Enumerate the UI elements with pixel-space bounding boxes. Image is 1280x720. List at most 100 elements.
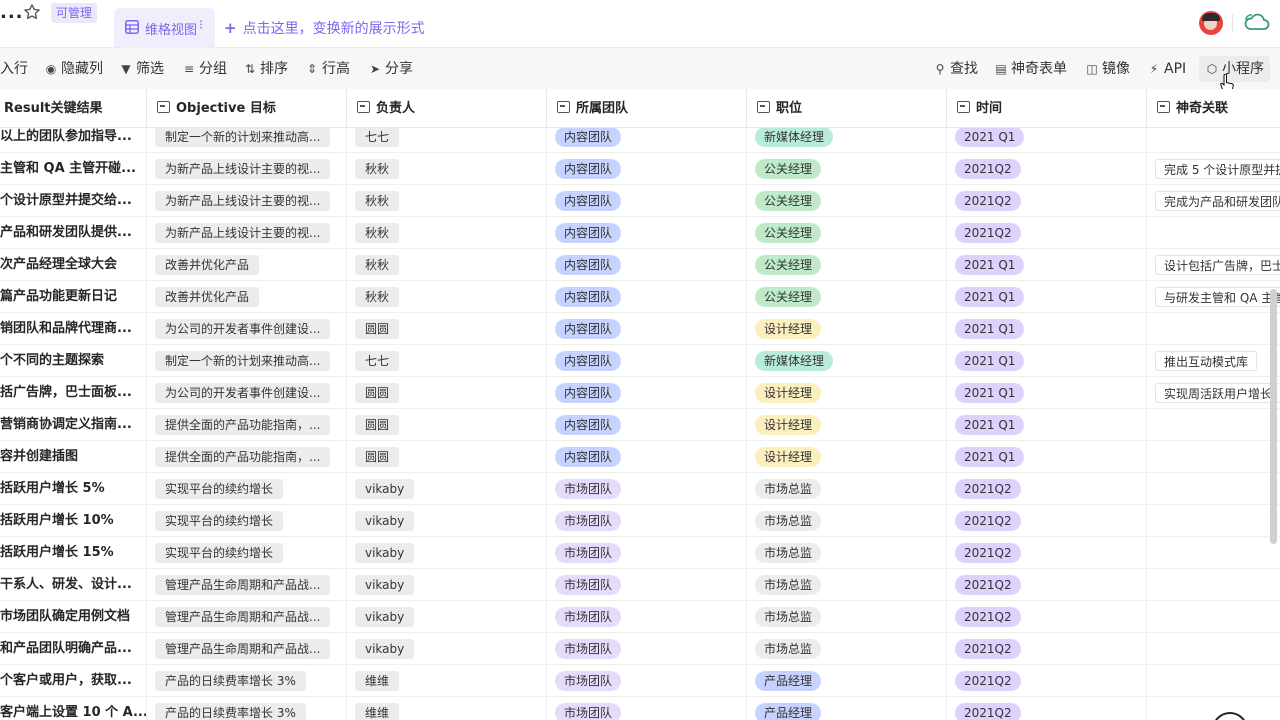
cell-kr[interactable]: 个不同的主题探索 [0,345,147,377]
cell-kr[interactable]: 个客户或用户，获取... [0,665,147,697]
cell-team[interactable]: 内容团队 [547,281,747,313]
table-row[interactable]: 销团队和品牌代理商... 为公司的开发者事件创建设... 圆圆 内容团队 设计经理 202… [0,313,1280,345]
cell-objective[interactable]: 产品的日续费率增长 3% [147,697,347,720]
cell-link[interactable] [1147,633,1280,665]
cell-role[interactable]: 设计经理 [747,409,947,441]
cell-link[interactable] [1147,697,1280,720]
cell-link[interactable] [1147,505,1280,537]
cell-link[interactable]: 推出互动模式库 [1147,345,1280,377]
cell-objective[interactable]: 管理产品生命周期和产品战... [147,633,347,665]
cell-objective[interactable]: 为新产品上线设计主要的视... [147,185,347,217]
toolbar-group[interactable]: ≡ 分组 [182,60,227,80]
cell-team[interactable]: 内容团队 [547,345,747,377]
toolbar-row-height[interactable]: ⇕ 行高 [305,60,350,80]
cell-objective[interactable]: 实现平台的续约增长 [147,473,347,505]
cell-link[interactable]: 完成为产品和研发团队 [1147,185,1280,217]
cell-link[interactable] [1147,537,1280,569]
column-header-owner[interactable]: 负责人 [347,89,547,128]
cell-kr[interactable]: 销团队和品牌代理商... [0,313,147,345]
cell-time[interactable]: 2021 Q1 [947,249,1147,281]
cell-owner[interactable]: 七七 [347,345,547,377]
cell-objective[interactable]: 制定一个新的计划来推动高... [147,345,347,377]
cell-link[interactable]: 与研发主管和 QA 主管 [1147,281,1280,313]
cell-team[interactable]: 市场团队 [547,665,747,697]
cell-time[interactable]: 2021 Q1 [947,409,1147,441]
cell-objective[interactable]: 为新产品上线设计主要的视... [147,153,347,185]
cell-owner[interactable]: 秋秋 [347,217,547,249]
cell-objective[interactable]: 提供全面的产品功能指南，... [147,409,347,441]
cell-role[interactable]: 公关经理 [747,249,947,281]
cell-owner[interactable]: vikaby [347,505,547,537]
cell-role[interactable]: 设计经理 [747,313,947,345]
table-row[interactable]: 个不同的主题探索 制定一个新的计划来推动高... 七七 内容团队 新媒体经理 2021 Q… [0,345,1280,377]
table-row[interactable]: 括跃用户增长 10% 实现平台的续约增长 vikaby 市场团队 市场总监 2021Q2 [0,505,1280,537]
cell-objective[interactable]: 为新产品上线设计主要的视... [147,217,347,249]
cell-role[interactable]: 公关经理 [747,217,947,249]
cell-kr[interactable]: 次产品经理全球大会 [0,249,147,281]
cell-time[interactable]: 2021 Q1 [947,441,1147,473]
cell-role[interactable]: 市场总监 [747,569,947,601]
cell-kr[interactable]: 产品和研发团队提供... [0,217,147,249]
cell-objective[interactable]: 改善并优化产品 [147,281,347,313]
cell-time[interactable]: 2021Q2 [947,633,1147,665]
toolbar-share[interactable]: ➤ 分享 [368,60,413,80]
cell-owner[interactable]: vikaby [347,537,547,569]
cell-owner[interactable]: 维维 [347,697,547,720]
cell-role[interactable]: 公关经理 [747,281,947,313]
column-header-objective[interactable]: Objective 目标 [147,89,347,128]
star-icon[interactable] [23,3,41,21]
toolbar-api[interactable]: ⚡ API [1147,60,1186,80]
cell-objective[interactable]: 为公司的开发者事件创建设... [147,313,347,345]
cell-kr[interactable]: 括跃用户增长 15% [0,537,147,569]
cell-objective[interactable]: 管理产品生命周期和产品战... [147,601,347,633]
cell-time[interactable]: 2021 Q1 [947,377,1147,409]
table-row[interactable]: 括跃用户增长 5% 实现平台的续约增长 vikaby 市场团队 市场总监 2021Q2 [0,473,1280,505]
cell-owner[interactable]: 秋秋 [347,249,547,281]
cell-time[interactable]: 2021Q2 [947,601,1147,633]
cell-role[interactable]: 设计经理 [747,377,947,409]
table-row[interactable]: 次产品经理全球大会 改善并优化产品 秋秋 内容团队 公关经理 2021 Q1 设计包括广告牌… [0,249,1280,281]
toolbar-mirror[interactable]: ◫ 镜像 [1085,60,1130,80]
toolbar-search[interactable]: ⚲ 查找 [933,60,978,80]
toolbar-insert-row[interactable]: 入行 [0,60,28,80]
cell-kr[interactable]: 和产品团队明确产品... [0,633,147,665]
cell-team[interactable]: 内容团队 [547,313,747,345]
cell-link[interactable]: 完成 5 个设计原型并提 [1147,153,1280,185]
table-row[interactable]: 个设计原型并提交给... 为新产品上线设计主要的视... 秋秋 内容团队 公关经理 202… [0,185,1280,217]
cell-time[interactable]: 2021Q2 [947,569,1147,601]
add-view-button[interactable]: + 点击这里，变换新的展示形式 [224,18,425,38]
cell-team[interactable]: 市场团队 [547,505,747,537]
cell-role[interactable]: 市场总监 [747,505,947,537]
toolbar-hide-columns[interactable]: ◉ 隐藏列 [44,60,103,80]
cell-time[interactable]: 2021 Q1 [947,345,1147,377]
vertical-scrollbar[interactable] [1270,289,1277,544]
cell-time[interactable]: 2021Q2 [947,505,1147,537]
cell-owner[interactable]: 秋秋 [347,185,547,217]
cell-team[interactable]: 市场团队 [547,633,747,665]
view-tab-more-icon[interactable]: ⁝ [199,18,203,33]
toolbar-filter[interactable]: ▼ 筛选 [119,60,164,80]
cell-time[interactable]: 2021Q2 [947,537,1147,569]
cell-role[interactable]: 市场总监 [747,473,947,505]
cell-link[interactable] [1147,441,1280,473]
column-header-role[interactable]: 职位 [747,89,947,128]
cell-owner[interactable]: vikaby [347,473,547,505]
cell-team[interactable]: 市场团队 [547,569,747,601]
cell-team[interactable]: 内容团队 [547,249,747,281]
cell-link[interactable]: 设计包括广告牌，巴士 [1147,249,1280,281]
cell-objective[interactable]: 实现平台的续约增长 [147,537,347,569]
cell-time[interactable]: 2021 Q1 [947,281,1147,313]
cell-role[interactable]: 产品经理 [747,697,947,720]
table-row[interactable]: 个客户或用户，获取... 产品的日续费率增长 3% 维维 市场团队 产品经理 2021Q2 [0,665,1280,697]
cell-role[interactable]: 产品经理 [747,665,947,697]
user-avatar[interactable] [1199,11,1223,35]
cell-time[interactable]: 2021Q2 [947,665,1147,697]
cell-kr[interactable]: 客户端上设置 10 个 A... [0,697,147,720]
cell-kr[interactable]: 干系人、研发、设计... [0,569,147,601]
cell-objective[interactable]: 提供全面的产品功能指南，... [147,441,347,473]
cell-role[interactable]: 设计经理 [747,441,947,473]
cell-kr[interactable]: 营销商协调定义指南... [0,409,147,441]
table-row[interactable]: 和产品团队明确产品... 管理产品生命周期和产品战... vikaby 市场团队 市场总… [0,633,1280,665]
cell-link[interactable] [1147,313,1280,345]
cell-link[interactable] [1147,569,1280,601]
